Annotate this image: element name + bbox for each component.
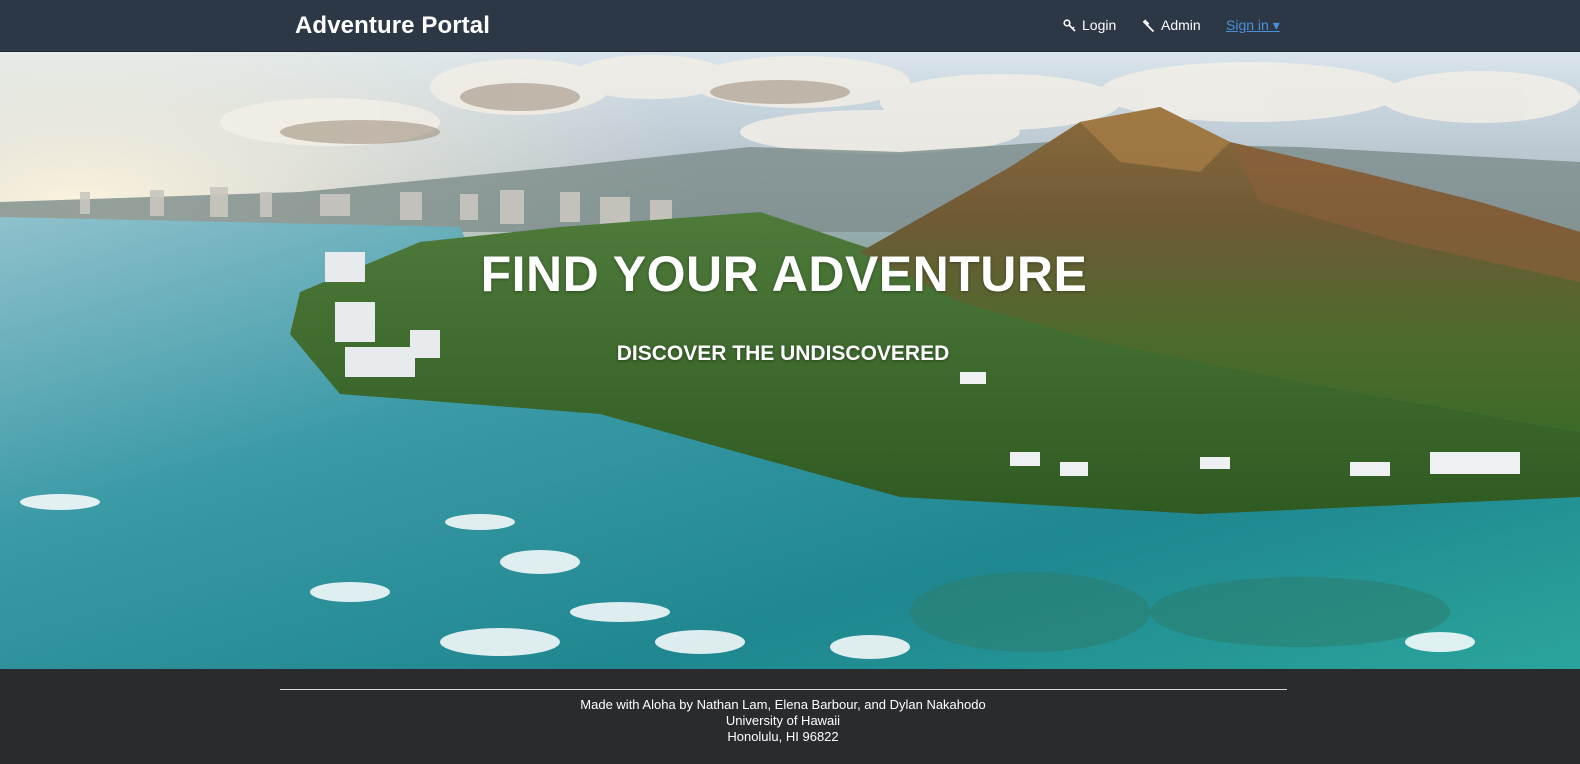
sign-in-label: Sign in ▾ [1226,17,1280,33]
footer: Made with Aloha by Nathan Lam, Elena Bar… [0,669,1580,764]
hero-subtitle: DISCOVER THE UNDISCOVERED [616,342,950,365]
admin-link[interactable]: Admin [1142,17,1201,33]
top-navbar: Adventure Portal Login Admin Sign in ▾ [0,0,1580,52]
hero-title: FIND YOUR ADVENTURE [480,246,1088,302]
admin-label: Admin [1161,17,1201,33]
footer-address-line: Honolulu, HI 96822 [727,729,839,744]
sign-in-dropdown[interactable]: Sign in ▾ [1226,17,1280,34]
login-label: Login [1082,17,1117,33]
footer-credits-line: Made with Aloha by Nathan Lam, Elena Bar… [580,697,986,712]
login-link[interactable]: Login [1063,17,1116,33]
footer-university-line: University of Hawaii [725,713,841,728]
footer-credits: Made with Aloha by Nathan Lam, Elena Bar… [0,697,1566,745]
hero-banner: FIND YOUR ADVENTURE DISCOVER THE UNDISCO… [0,52,1580,669]
key-icon [1063,18,1076,32]
brand-title[interactable]: Adventure Portal [295,12,490,40]
footer-divider [280,689,1287,690]
gavel-icon [1142,19,1155,32]
